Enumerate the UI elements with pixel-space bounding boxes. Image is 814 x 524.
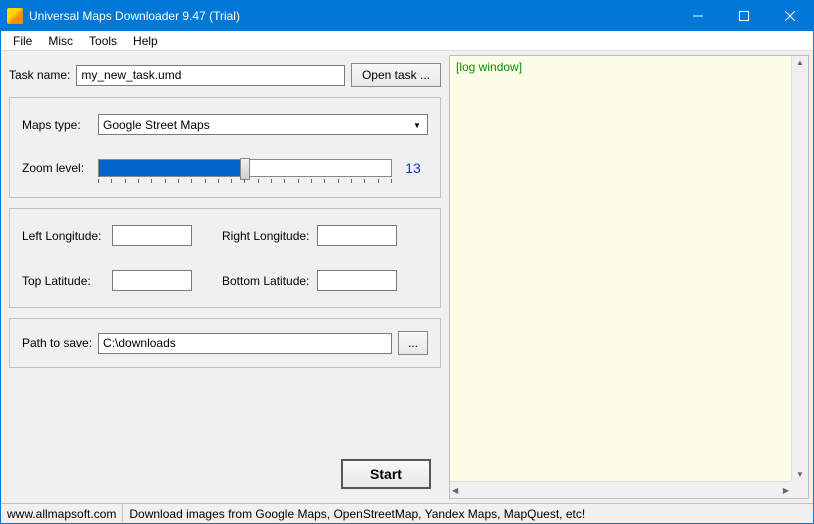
scroll-right-icon[interactable]: ▶ (783, 486, 789, 495)
maximize-button[interactable] (721, 1, 767, 31)
maps-group: Maps type: Google Street Maps ▼ Zoom lev… (9, 97, 441, 198)
chevron-down-icon: ▼ (409, 117, 425, 133)
top-latitude-input[interactable] (112, 270, 192, 291)
left-pane: Task name: Open task ... Maps type: Goog… (5, 55, 445, 499)
task-name-label: Task name: (9, 68, 70, 82)
coords-group: Left Longitude: Right Longitude: Top Lat… (9, 208, 441, 308)
app-window: Universal Maps Downloader 9.47 (Trial) F… (0, 0, 814, 524)
maps-type-select[interactable]: Google Street Maps ▼ (98, 114, 428, 135)
app-icon (7, 8, 23, 24)
window-title: Universal Maps Downloader 9.47 (Trial) (29, 9, 675, 23)
start-button[interactable]: Start (341, 459, 431, 489)
right-pane: [log window] ▲ ▼ ◀ ▶ (449, 55, 809, 499)
menu-help[interactable]: Help (125, 32, 166, 50)
menu-tools[interactable]: Tools (81, 32, 125, 50)
zoom-level-label: Zoom level: (22, 161, 92, 175)
titlebar: Universal Maps Downloader 9.47 (Trial) (1, 1, 813, 31)
menubar: File Misc Tools Help (1, 31, 813, 51)
scroll-left-icon[interactable]: ◀ (452, 486, 458, 495)
zoom-level-value: 13 (398, 160, 428, 176)
right-longitude-input[interactable] (317, 225, 397, 246)
right-longitude-label: Right Longitude: (222, 229, 317, 243)
bottom-latitude-label: Bottom Latitude: (222, 274, 317, 288)
log-header: [log window] (456, 60, 522, 74)
close-button[interactable] (767, 1, 813, 31)
path-to-save-label: Path to save: (22, 336, 92, 350)
log-window[interactable]: [log window] ▲ ▼ ◀ ▶ (449, 55, 809, 499)
scroll-down-icon[interactable]: ▼ (796, 470, 804, 479)
menu-misc[interactable]: Misc (40, 32, 81, 50)
status-url: www.allmapsoft.com (1, 504, 123, 523)
bottom-latitude-input[interactable] (317, 270, 397, 291)
statusbar: www.allmapsoft.com Download images from … (1, 503, 813, 523)
left-longitude-label: Left Longitude: (22, 229, 112, 243)
maps-type-label: Maps type: (22, 118, 92, 132)
open-task-button[interactable]: Open task ... (351, 63, 441, 87)
browse-path-button[interactable]: ... (398, 331, 428, 355)
left-longitude-input[interactable] (112, 225, 192, 246)
menu-file[interactable]: File (5, 32, 40, 50)
task-row: Task name: Open task ... (9, 63, 441, 87)
scroll-up-icon[interactable]: ▲ (796, 58, 804, 67)
minimize-button[interactable] (675, 1, 721, 31)
status-message: Download images from Google Maps, OpenSt… (123, 504, 813, 523)
horizontal-scrollbar[interactable]: ◀ ▶ (450, 481, 791, 498)
scroll-corner (791, 481, 808, 498)
vertical-scrollbar[interactable]: ▲ ▼ (791, 56, 808, 481)
top-latitude-label: Top Latitude: (22, 274, 112, 288)
task-name-input[interactable] (76, 65, 345, 86)
content-area: Task name: Open task ... Maps type: Goog… (1, 51, 813, 503)
maps-type-value: Google Street Maps (103, 118, 210, 132)
path-group: Path to save: ... (9, 318, 441, 368)
path-to-save-input[interactable] (98, 333, 392, 354)
zoom-level-slider[interactable] (98, 155, 392, 181)
